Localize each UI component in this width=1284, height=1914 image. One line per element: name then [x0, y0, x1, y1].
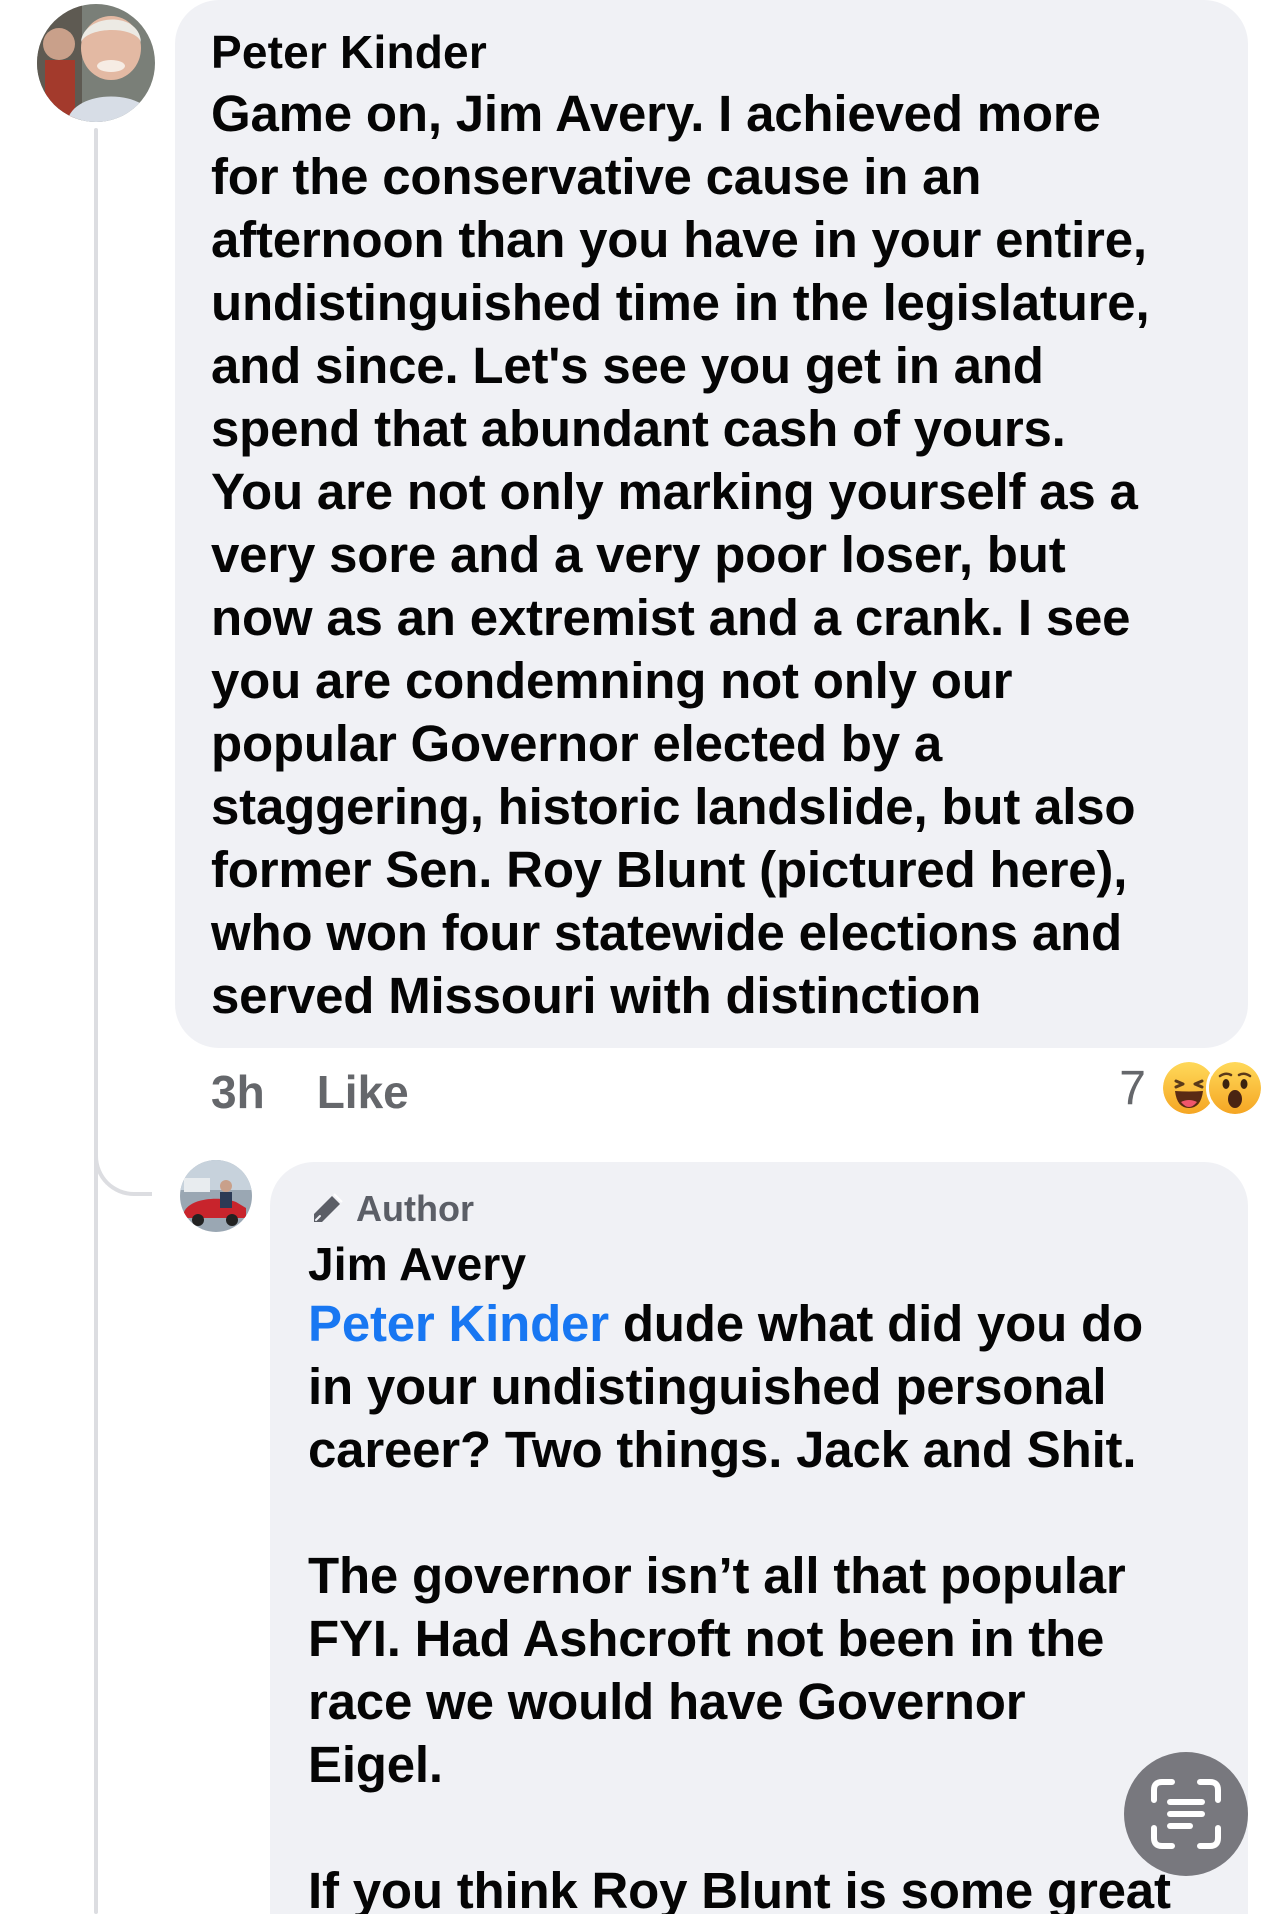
comment-actions: 3h Like [211, 1062, 409, 1122]
comment-bubble-jim-avery[interactable]: Author Jim Avery Peter Kinder dude what … [270, 1162, 1248, 1914]
avatar-peter-kinder[interactable] [37, 4, 155, 122]
reaction-count: 7 [1119, 1061, 1146, 1115]
like-button[interactable]: Like [317, 1065, 409, 1119]
comment-text-body: dude what did you do in your undistingui… [308, 1295, 1171, 1914]
avatar-photo [180, 1160, 252, 1232]
comment-text: Game on, Jim Avery. I achieved more for … [211, 85, 1150, 1024]
pen-icon [314, 1193, 343, 1222]
comment-text: Peter Kinder dude what did you do in you… [308, 1292, 1218, 1914]
avatar-jim-avery[interactable] [180, 1160, 252, 1232]
thread-connector-line [94, 128, 98, 1914]
author-badge-label: Author [356, 1188, 474, 1229]
comment-bubble-peter-kinder[interactable]: Peter Kinder Game on, Jim Avery. I achie… [175, 0, 1248, 1048]
comment-author-name[interactable]: Jim Avery [308, 1236, 1218, 1292]
avatar-photo [37, 4, 155, 122]
author-badge: Author [308, 1184, 1218, 1234]
mention-link[interactable]: Peter Kinder [308, 1295, 609, 1352]
comment-timestamp: 3h [211, 1066, 265, 1118]
live-text-scan-button[interactable] [1124, 1752, 1248, 1876]
comment-thread: Peter Kinder Game on, Jim Avery. I achie… [0, 0, 1284, 1914]
reaction-summary[interactable]: 7 [1119, 1056, 1264, 1120]
thread-connector-curve [94, 1130, 152, 1196]
live-text-scan-icon [1151, 1779, 1221, 1849]
wow-icon [1206, 1059, 1264, 1117]
comment-author-name[interactable]: Peter Kinder [211, 24, 1214, 80]
